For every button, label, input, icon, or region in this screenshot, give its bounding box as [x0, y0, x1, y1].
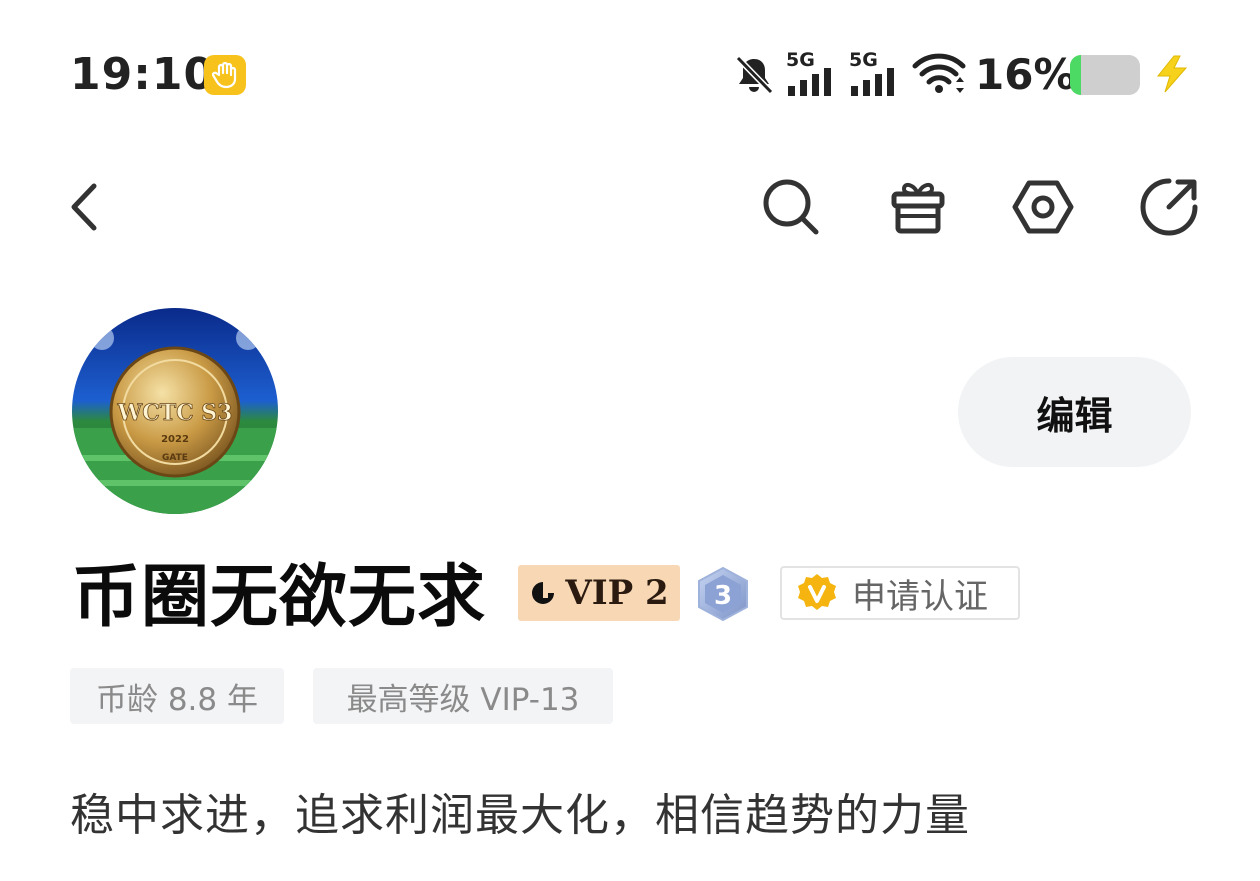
coin-brand: GATE: [162, 453, 188, 463]
signal-icon: 5G: [849, 50, 901, 98]
share-icon[interactable]: [1136, 174, 1202, 240]
username: 币圈无欲无求: [72, 558, 487, 637]
edit-profile-button[interactable]: 编辑: [958, 357, 1191, 467]
mute-bell-icon: [733, 54, 775, 100]
verified-badge-icon: [798, 574, 836, 610]
search-icon[interactable]: [760, 176, 822, 238]
profile-bio: 稳中求进，追求利润最大化，相信趋势的力量: [70, 790, 970, 841]
gift-icon[interactable]: [888, 176, 948, 236]
coin-title: WCTC S3: [117, 400, 233, 426]
status-time: 19:10: [70, 49, 216, 100]
apply-certification-button[interactable]: 申请认证: [780, 566, 1020, 620]
back-icon[interactable]: [64, 180, 104, 234]
network-type-2: 5G: [849, 49, 878, 71]
level-badge[interactable]: 3: [696, 566, 750, 622]
gate-logo-icon: [532, 582, 555, 604]
network-type-1: 5G: [786, 49, 815, 71]
certify-label: 申请认证: [852, 576, 988, 617]
hand-icon: [204, 55, 246, 95]
vip-badge[interactable]: VIP 2: [518, 565, 680, 621]
settings-icon[interactable]: [1012, 176, 1074, 238]
max-level-tag: 最高等级 VIP-13: [313, 668, 613, 724]
battery-icon: [1070, 55, 1140, 95]
signal-icon: 5G: [786, 50, 838, 98]
level-number: 3: [714, 581, 732, 611]
avatar[interactable]: WCTC S3 2022 GATE: [72, 308, 278, 514]
coin-year: 2022: [161, 434, 189, 445]
vip-label: VIP 2: [565, 573, 669, 613]
wifi-icon: [912, 52, 966, 102]
coin-age-tag: 币龄 8.8 年: [70, 668, 284, 724]
battery-percent: 16%: [975, 50, 1076, 99]
battery-level-fill: [1070, 55, 1082, 95]
charging-bolt-icon: [1152, 54, 1192, 98]
